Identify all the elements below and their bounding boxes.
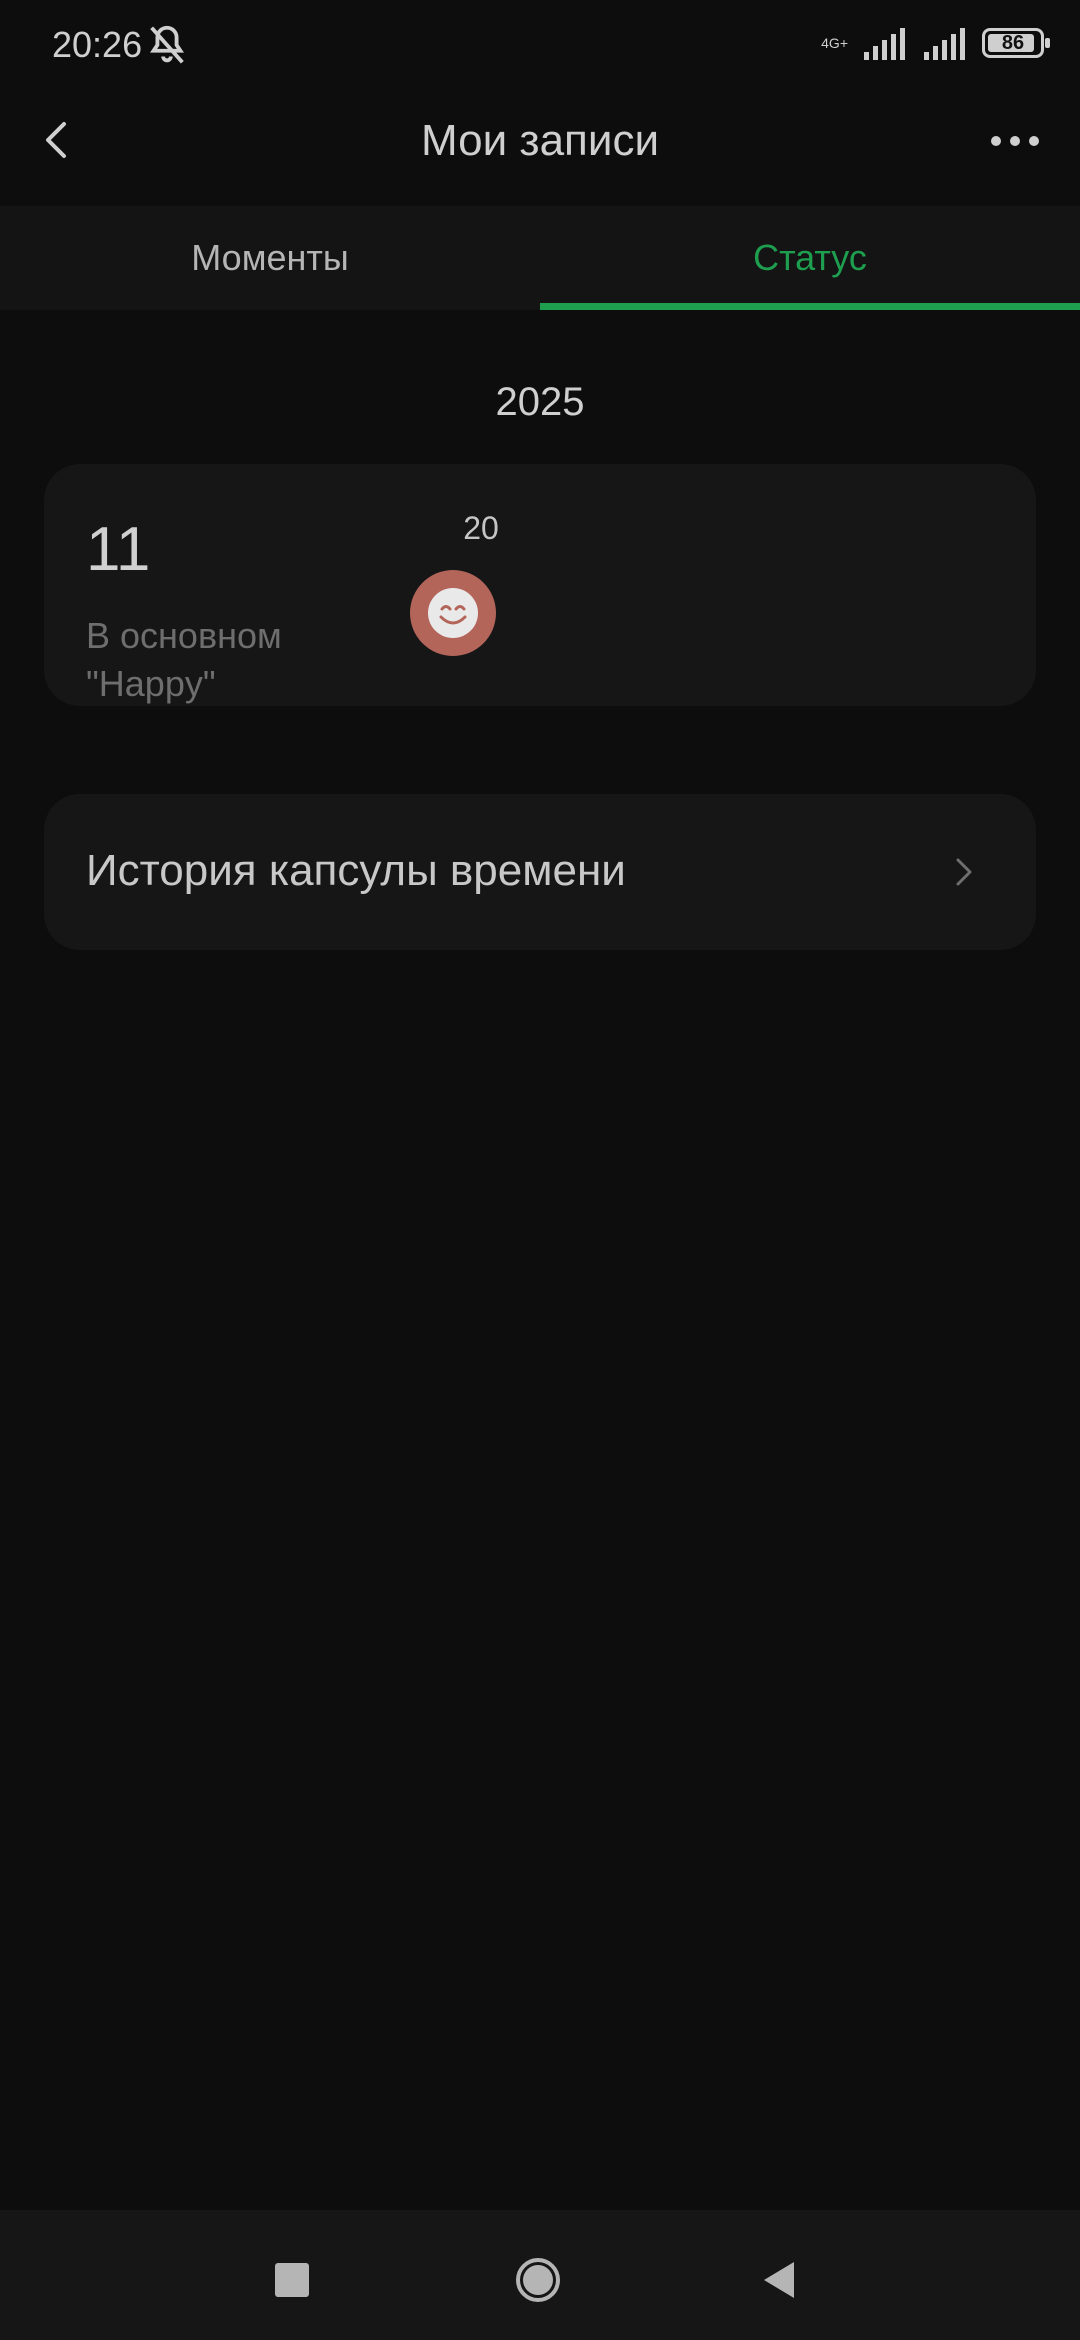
tab-status[interactable]: Статус	[540, 206, 1080, 310]
clock: 20:26	[52, 24, 143, 65]
home-button[interactable]	[508, 2250, 568, 2310]
battery-icon: 86	[982, 28, 1050, 58]
mood-summary-card[interactable]: 11 В основном "Happy" 20	[44, 464, 1036, 706]
status-bar: 20:26 4G+ 86	[0, 0, 1080, 96]
home-circle-icon	[516, 2258, 560, 2302]
system-back-button[interactable]	[748, 2250, 808, 2310]
battery-level: 86	[1001, 31, 1025, 54]
mood-description-text: В основном "Happy"	[86, 615, 282, 704]
signal-icon	[924, 28, 965, 60]
mood-count: 11	[86, 515, 151, 584]
history-label: История капсулы времени	[86, 846, 626, 895]
mood-bubble[interactable]	[410, 570, 496, 656]
more-dots-icon[interactable]	[980, 116, 1050, 166]
tab-moments[interactable]: Моменты	[0, 206, 540, 310]
back-triangle-icon	[764, 2262, 794, 2298]
recents-button[interactable]	[262, 2250, 322, 2310]
tab-bar: Моменты Статус	[0, 206, 1080, 310]
signal-icon	[864, 28, 905, 60]
year-heading: 2025	[495, 380, 585, 424]
bell-muted-icon	[150, 25, 184, 64]
system-nav-bar	[0, 2210, 1080, 2340]
recents-square-icon	[275, 2263, 309, 2297]
smile-face-icon	[428, 588, 478, 638]
day-label: 20	[463, 510, 499, 546]
network-type-label: 4G+	[821, 35, 848, 51]
top-app-bar: Мои записи	[0, 96, 1080, 206]
mood-description: В основном "Happy"	[86, 612, 282, 708]
page-title: Мои записи	[420, 116, 660, 165]
chevron-right-icon	[956, 858, 972, 886]
time-capsule-history-row[interactable]: История капсулы времени	[44, 794, 1036, 950]
